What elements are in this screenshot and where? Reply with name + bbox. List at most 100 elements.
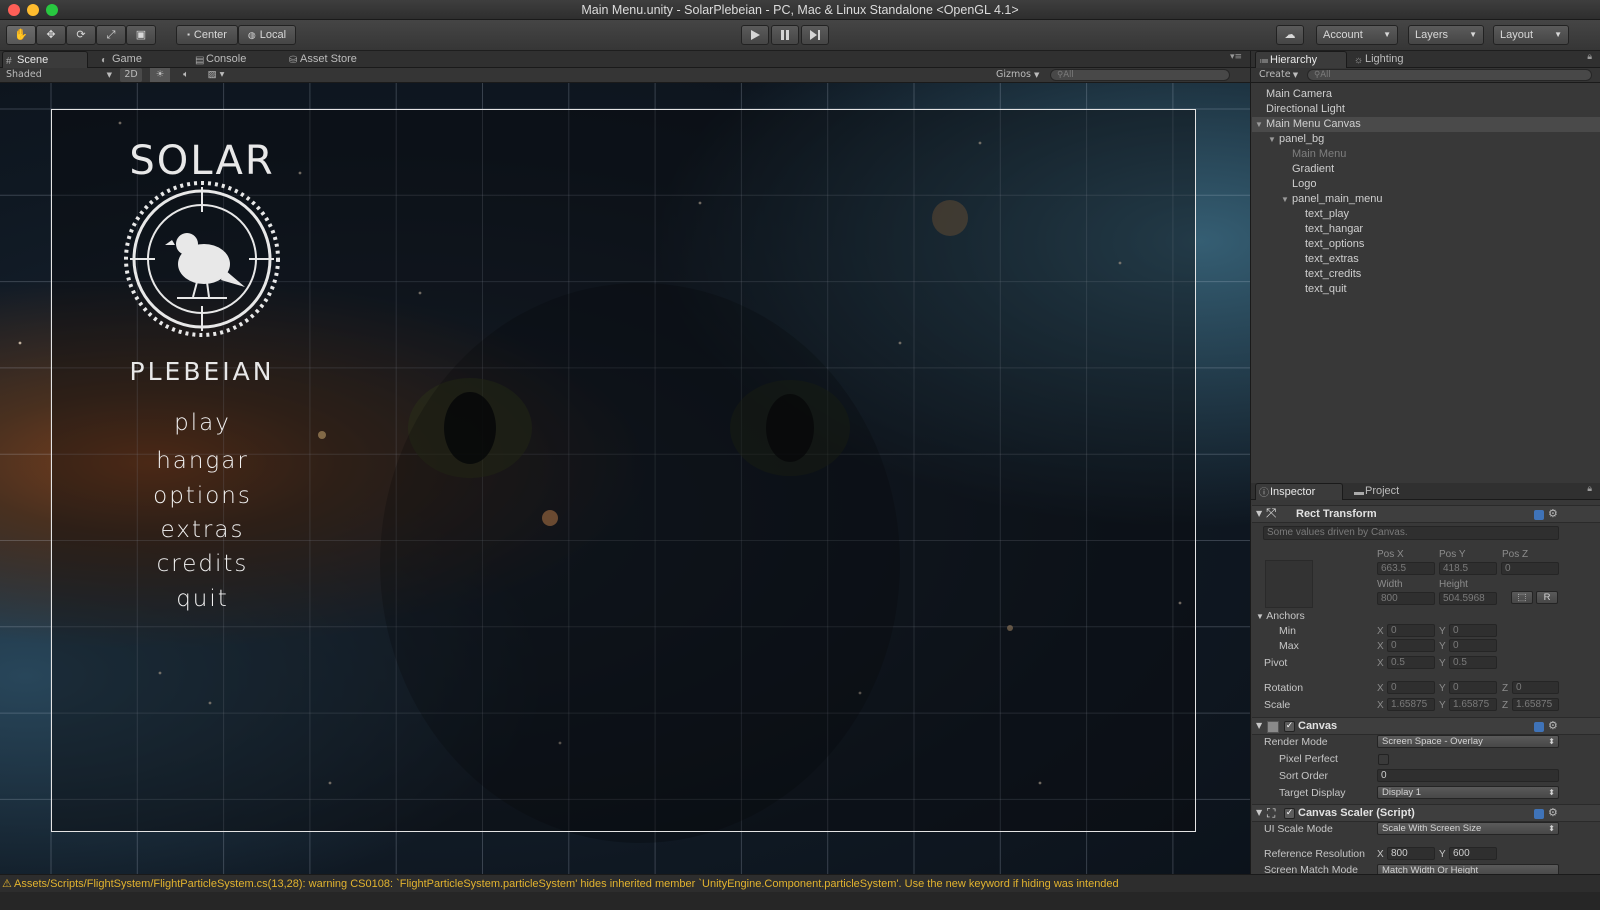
canvas-enabled-checkbox[interactable]: ✓ [1284, 721, 1295, 732]
scene-lighting-toggle[interactable]: ☀ [150, 68, 170, 82]
layout-dropdown[interactable]: Layout ▼ [1493, 25, 1569, 45]
console-status-bar[interactable]: ⚠ Assets/Scripts/FlightSystem/FlightPart… [0, 874, 1600, 892]
anchor-min-y-field[interactable]: 0 [1449, 624, 1497, 637]
collab-cloud-button[interactable]: ☁ [1276, 25, 1304, 45]
anchor-presets-button[interactable] [1265, 560, 1313, 608]
hierarchy-item[interactable]: Logo [1252, 177, 1600, 192]
reference-x-field[interactable]: 800 [1387, 847, 1435, 860]
menu-options[interactable]: options [100, 483, 305, 509]
rotation-z-field[interactable]: 0 [1512, 681, 1559, 694]
hierarchy-item[interactable]: Main Menu [1252, 147, 1600, 162]
gear-icon[interactable]: ⚙ [1548, 507, 1558, 520]
hierarchy-item[interactable]: Main Camera [1252, 87, 1600, 102]
hierarchy-item[interactable]: text_hangar [1252, 222, 1600, 237]
help-icon[interactable] [1534, 809, 1544, 819]
expanded-arrow-icon[interactable]: ▼ [1268, 132, 1276, 147]
raw-edit-button[interactable]: R [1536, 591, 1558, 604]
tab-lighting[interactable]: ☼ Lighting [1351, 51, 1431, 68]
pos-x-field[interactable]: 663.5 [1377, 562, 1435, 575]
gear-icon[interactable]: ⚙ [1548, 719, 1558, 732]
menu-hangar[interactable]: hangar [100, 448, 305, 474]
anchor-max-y-field[interactable]: 0 [1449, 639, 1497, 652]
scale-tool-button[interactable]: ⤢ [96, 25, 126, 45]
pos-y-field[interactable]: 418.5 [1439, 562, 1497, 575]
pivot-x-field[interactable]: 0.5 [1387, 656, 1435, 669]
hierarchy-item[interactable]: text_extras [1252, 252, 1600, 267]
scale-z-field[interactable]: 1.65875 [1512, 698, 1559, 711]
anchor-min-x-field[interactable]: 0 [1387, 624, 1435, 637]
hierarchy-item[interactable]: Gradient [1252, 162, 1600, 177]
lock-icon[interactable]: 🔒︎ [1587, 52, 1592, 62]
scene-effects-dropdown[interactable]: ▨ ▾ [202, 68, 230, 82]
ui-scale-mode-dropdown[interactable]: Scale With Screen Size ⬍ [1377, 822, 1559, 835]
rotate-tool-button[interactable]: ⟳ [66, 25, 96, 45]
canvas-scaler-enabled-checkbox[interactable]: ✓ [1284, 808, 1295, 819]
tab-scene[interactable]: # Scene [2, 51, 88, 68]
move-tool-button[interactable]: ✥ [36, 25, 66, 45]
hand-tool-button[interactable]: ✋ [6, 25, 36, 45]
rotation-x-field[interactable]: 0 [1387, 681, 1435, 694]
blueprint-mode-button[interactable]: ⬚ [1511, 591, 1533, 604]
pause-button[interactable] [771, 25, 799, 45]
help-icon[interactable] [1534, 510, 1544, 520]
menu-extras[interactable]: extras [100, 517, 305, 543]
anchor-max-x-field[interactable]: 0 [1387, 639, 1435, 652]
hierarchy-item[interactable]: Directional Light [1252, 102, 1600, 117]
screen-match-dropdown[interactable]: Match Width Or Height [1377, 864, 1559, 874]
zoom-window-button[interactable] [46, 4, 58, 16]
menu-credits[interactable]: credits [100, 551, 305, 577]
rect-transform-header[interactable]: ▼ ⤧ Rect Transform ⚙ [1252, 505, 1600, 523]
scene-search-input[interactable]: ⚲All [1050, 69, 1230, 81]
layers-dropdown[interactable]: Layers ▼ [1408, 25, 1484, 45]
hierarchy-item[interactable]: ▼ panel_bg [1252, 132, 1600, 147]
rotation-y-field[interactable]: 0 [1449, 681, 1497, 694]
scene-view[interactable]: SOLAR PLEBEIAN play hangar options extra… [0, 83, 1250, 874]
pivot-center-toggle[interactable]: ▪ Center [176, 25, 238, 45]
hierarchy-item[interactable]: text_play [1252, 207, 1600, 222]
rect-tool-button[interactable]: ▣ [126, 25, 156, 45]
reference-y-field[interactable]: 600 [1449, 847, 1497, 860]
menu-quit[interactable]: quit [100, 586, 305, 612]
scale-x-field[interactable]: 1.65875 [1387, 698, 1435, 711]
tab-inspector[interactable]: ⓘ Inspector [1255, 483, 1343, 500]
pixel-perfect-checkbox[interactable] [1378, 754, 1389, 765]
render-mode-dropdown[interactable]: Screen Space - Overlay ⬍ [1377, 735, 1559, 748]
hierarchy-item[interactable]: text_credits [1252, 267, 1600, 282]
hierarchy-item[interactable]: text_quit [1252, 282, 1600, 297]
close-window-button[interactable] [8, 4, 20, 16]
width-field[interactable]: 800 [1377, 592, 1435, 605]
pivot-space-toggle[interactable]: ◍ Local [238, 25, 296, 45]
scale-y-field[interactable]: 1.65875 [1449, 698, 1497, 711]
pos-z-field[interactable]: 0 [1501, 562, 1559, 575]
height-field[interactable]: 504.5968 [1439, 592, 1497, 605]
hierarchy-create-dropdown[interactable]: Create ▼ [1259, 68, 1299, 82]
panel-menu-icon[interactable]: ▾≡ [1230, 52, 1242, 62]
help-icon[interactable] [1534, 722, 1544, 732]
tab-project[interactable]: ▬ Project [1351, 483, 1427, 500]
anchors-foldout[interactable]: ▼ Anchors [1256, 609, 1305, 624]
target-display-dropdown[interactable]: Display 1 ⬍ [1377, 786, 1559, 799]
scene-audio-toggle[interactable]: 🔈︎ [176, 68, 196, 82]
hierarchy-item[interactable]: text_options [1252, 237, 1600, 252]
tab-console[interactable]: ▤ Console [192, 51, 282, 68]
account-dropdown[interactable]: Account ▼ [1316, 25, 1398, 45]
toggle-2d-button[interactable]: 2D [120, 68, 142, 82]
gizmos-dropdown[interactable]: Gizmos ▼ [996, 68, 1044, 82]
tab-game[interactable]: ◐ Game [98, 51, 178, 68]
pivot-y-field[interactable]: 0.5 [1449, 656, 1497, 669]
tab-hierarchy[interactable]: ≔ Hierarchy [1255, 51, 1347, 68]
tab-asset-store[interactable]: ⛁ Asset Store [286, 51, 386, 68]
hierarchy-search-input[interactable]: ⚲All [1307, 69, 1592, 81]
canvas-component-header[interactable]: ▼ ✓ Canvas ⚙ [1252, 717, 1600, 735]
menu-play[interactable]: play [100, 410, 305, 436]
minimize-window-button[interactable] [27, 4, 39, 16]
gear-icon[interactable]: ⚙ [1548, 806, 1558, 819]
sort-order-field[interactable]: 0 [1377, 769, 1559, 782]
hierarchy-item[interactable]: ▼ panel_main_menu [1252, 192, 1600, 207]
draw-mode-dropdown[interactable]: Shaded ▼ [6, 68, 114, 82]
expanded-arrow-icon[interactable]: ▼ [1255, 117, 1263, 132]
canvas-scaler-header[interactable]: ▼ ⛶ ✓ Canvas Scaler (Script) ⚙ [1252, 804, 1600, 822]
expanded-arrow-icon[interactable]: ▼ [1281, 192, 1289, 207]
lock-icon[interactable]: 🔒︎ [1587, 484, 1592, 494]
play-button[interactable] [741, 25, 769, 45]
